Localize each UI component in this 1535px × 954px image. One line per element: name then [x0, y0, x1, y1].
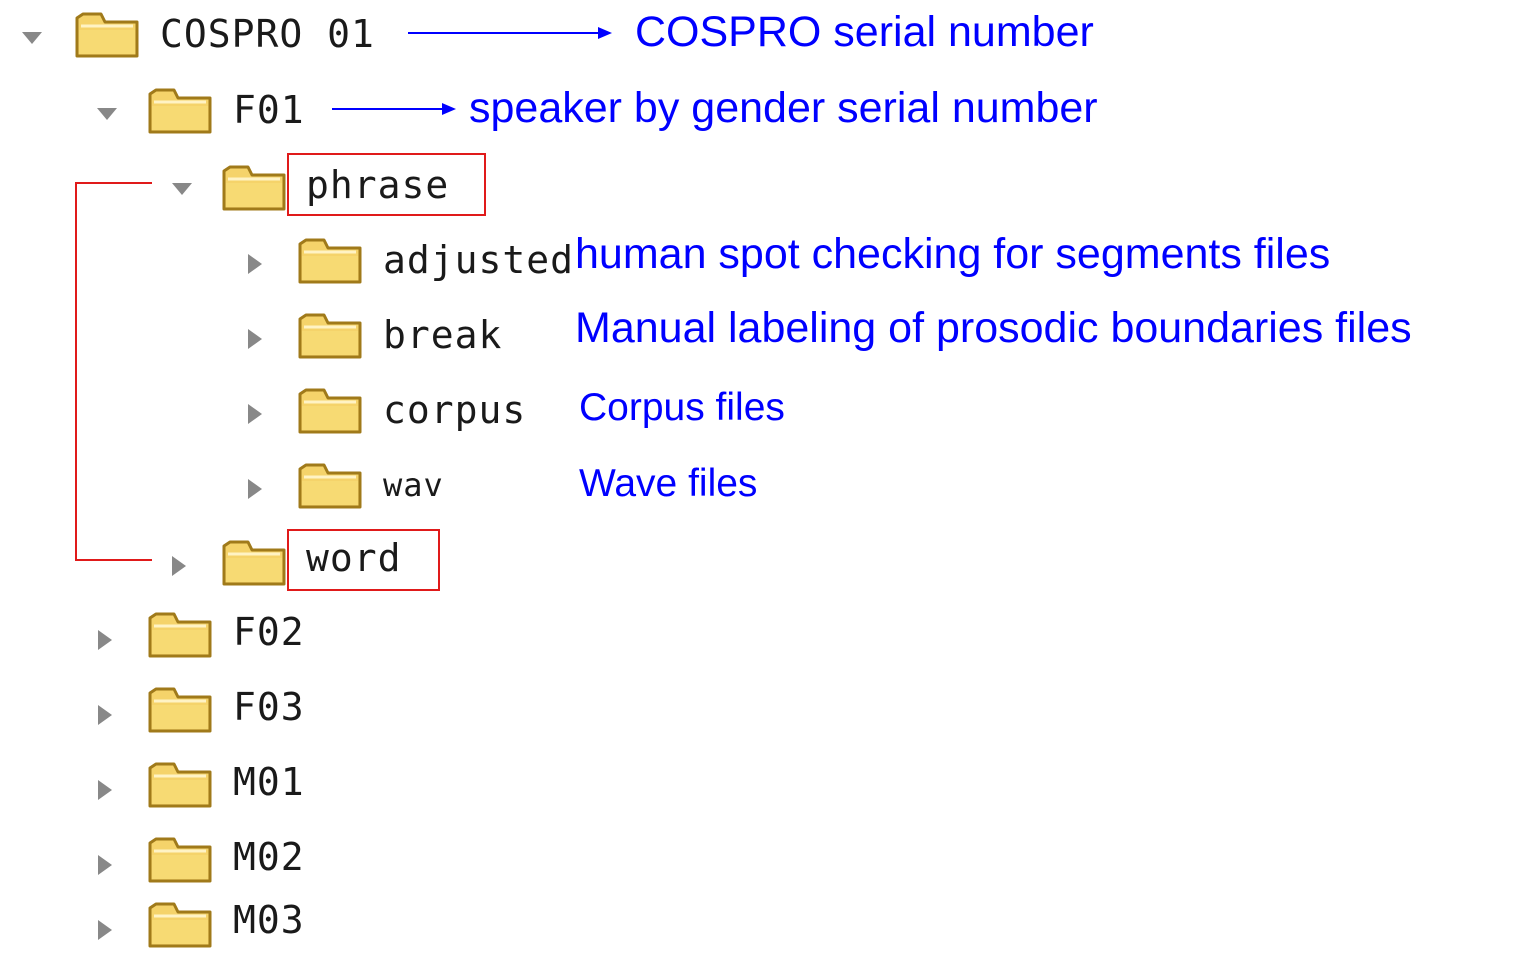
- folder-icon: [148, 88, 212, 134]
- folder-icon: [298, 313, 362, 359]
- annotation-root: COSPRO serial number: [635, 8, 1094, 56]
- triangle-right-icon[interactable]: [242, 327, 266, 351]
- folder-icon: [298, 463, 362, 509]
- triangle-right-icon[interactable]: [92, 703, 116, 727]
- annotation-adjusted: human spot checking for segments files: [575, 230, 1331, 278]
- bracket-phrase-word: [75, 182, 152, 561]
- tree-node-label: wav: [383, 466, 444, 504]
- triangle-right-icon[interactable]: [242, 252, 266, 276]
- tree-node-wav[interactable]: wav: [230, 453, 490, 513]
- tree-node-corpus[interactable]: corpus: [230, 378, 550, 438]
- triangle-right-icon[interactable]: [166, 554, 190, 578]
- triangle-right-icon[interactable]: [92, 778, 116, 802]
- annotation-wav: Wave files: [579, 462, 758, 505]
- tree-node-adjusted[interactable]: adjusted: [230, 228, 573, 288]
- folder-tree-diagram: COSPRO 01 F01 phrase adjusted break corp…: [0, 0, 1535, 954]
- triangle-right-icon[interactable]: [242, 477, 266, 501]
- triangle-right-icon[interactable]: [92, 853, 116, 877]
- folder-icon: [298, 388, 362, 434]
- folder-icon: [148, 837, 212, 883]
- tree-node-label: M03: [233, 898, 305, 942]
- folder-icon: [222, 540, 286, 586]
- folder-icon: [298, 238, 362, 284]
- tree-node-label: adjusted: [383, 238, 575, 282]
- tree-node-label: corpus: [383, 388, 527, 432]
- arrow-speaker-annotation: [332, 103, 456, 115]
- triangle-down-icon[interactable]: [95, 102, 119, 126]
- triangle-right-icon[interactable]: [242, 402, 266, 426]
- annotation-speaker: speaker by gender serial number: [469, 84, 1098, 132]
- folder-icon: [148, 762, 212, 808]
- tree-node-label: F03: [233, 685, 305, 729]
- triangle-down-icon[interactable]: [20, 26, 44, 50]
- triangle-down-icon[interactable]: [170, 177, 194, 201]
- triangle-right-icon[interactable]: [92, 628, 116, 652]
- annotation-corpus: Corpus files: [579, 386, 785, 429]
- tree-node-label: break: [383, 313, 503, 357]
- tree-node-break[interactable]: break: [230, 303, 530, 363]
- folder-icon: [148, 612, 212, 658]
- arrow-root-annotation: [408, 27, 612, 39]
- tree-node-label: F01: [233, 88, 305, 132]
- folder-icon: [75, 12, 139, 58]
- tree-node-label: M01: [233, 760, 305, 804]
- tree-node-speaker-m01[interactable]: M01: [0, 754, 340, 814]
- tree-node-speaker-m02[interactable]: M02: [0, 829, 340, 889]
- folder-icon: [222, 165, 286, 211]
- tree-node-speaker-f02[interactable]: F02: [0, 604, 330, 664]
- tree-node-speaker-f01[interactable]: F01: [0, 80, 330, 140]
- tree-node-speaker-m03[interactable]: M03: [0, 894, 340, 954]
- tree-node-speaker-f03[interactable]: F03: [0, 679, 330, 739]
- tree-node-label: M02: [233, 835, 305, 879]
- highlight-box-phrase: [287, 153, 486, 216]
- folder-icon: [148, 687, 212, 733]
- highlight-box-word: [287, 529, 440, 591]
- triangle-right-icon[interactable]: [92, 918, 116, 942]
- tree-node-root[interactable]: COSPRO 01: [0, 4, 420, 64]
- tree-node-label: COSPRO 01: [160, 12, 375, 56]
- annotation-break: Manual labeling of prosodic boundaries f…: [575, 304, 1412, 352]
- folder-icon: [148, 902, 212, 948]
- tree-node-label: F02: [233, 610, 305, 654]
